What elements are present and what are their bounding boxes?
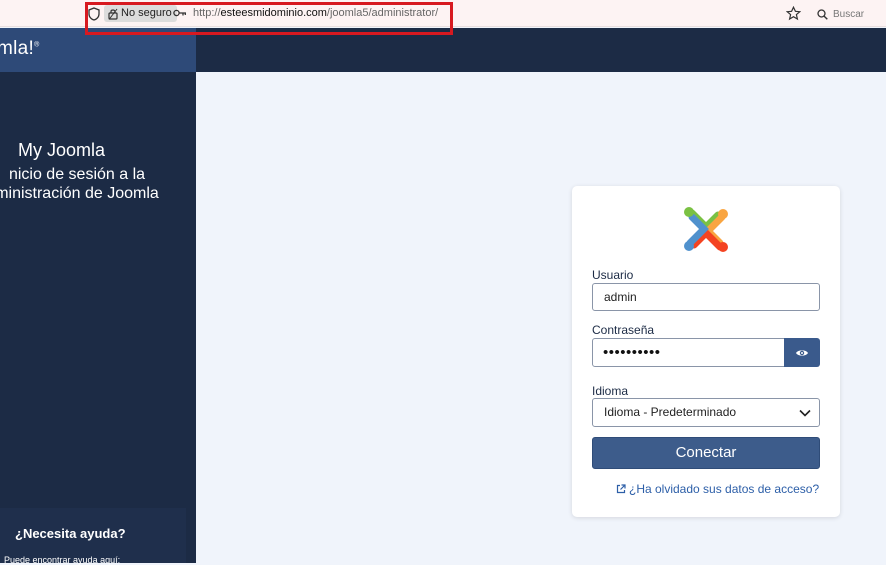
search-placeholder: Buscar [833,8,865,20]
help-text: Puede encontrar ayuda aquí: [4,555,121,565]
external-link-icon [616,484,626,494]
joomla-logo-icon [684,207,728,252]
language-select[interactable]: Idioma - Predeterminado [592,398,820,427]
joomla-logo-text: mla!® [0,38,40,59]
eye-icon [796,349,808,356]
site-name: My Joomla [18,140,106,160]
language-select-toggle[interactable] [790,398,820,427]
chevron-down-icon [799,409,811,417]
url-highlight-annotation [85,2,453,35]
search-icon [817,8,828,20]
password-field[interactable]: •••••••••• [592,338,785,367]
browser-search-box[interactable]: Buscar [807,4,886,24]
username-field[interactable]: admin [592,283,820,311]
star-icon[interactable] [786,6,801,21]
help-title: ¿Necesita ayuda? [15,526,126,541]
login-button[interactable]: Conectar [592,437,820,469]
forgot-link-text: ¿Ha olvidado sus datos de acceso? [629,482,820,496]
show-password-button[interactable] [784,338,820,367]
login-description: nicio de sesión a la ministración de Joo… [0,166,159,202]
password-label: Contraseña [592,323,655,337]
forgot-credentials-link[interactable]: ¿Ha olvidado sus datos de acceso? [616,482,819,496]
username-label: Usuario [592,268,634,282]
language-label: Idioma [592,384,629,398]
